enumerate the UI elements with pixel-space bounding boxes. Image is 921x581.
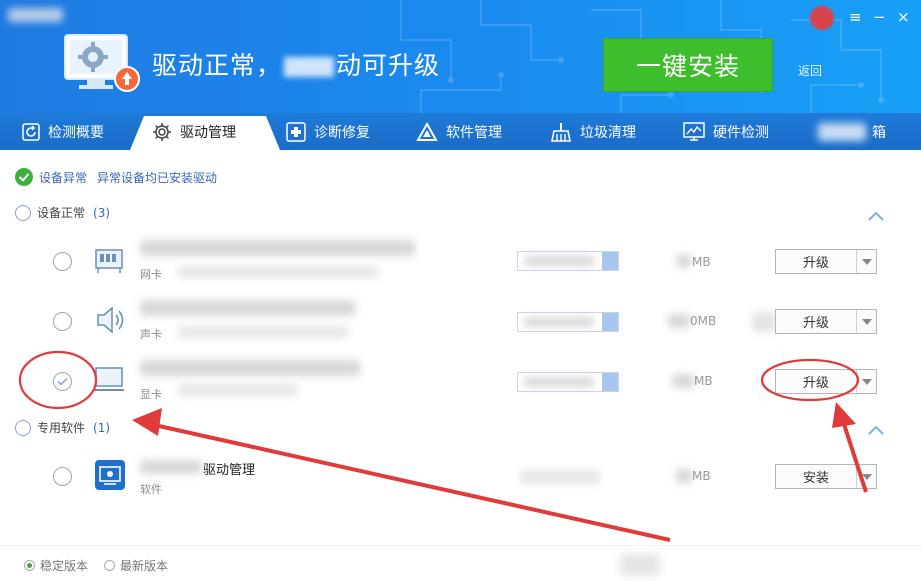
annotation-arrowhead-left	[132, 408, 162, 436]
annotation-overlay	[18, 350, 868, 542]
annotation-circle-checkbox	[18, 350, 98, 410]
annotation-arrow-line-left	[149, 422, 671, 542]
annotation-arrow-line-up	[840, 417, 868, 493]
annotation-circles	[18, 350, 860, 410]
annotation-circle-upgrade	[760, 358, 860, 402]
annotation-arrowhead-up	[832, 402, 856, 428]
